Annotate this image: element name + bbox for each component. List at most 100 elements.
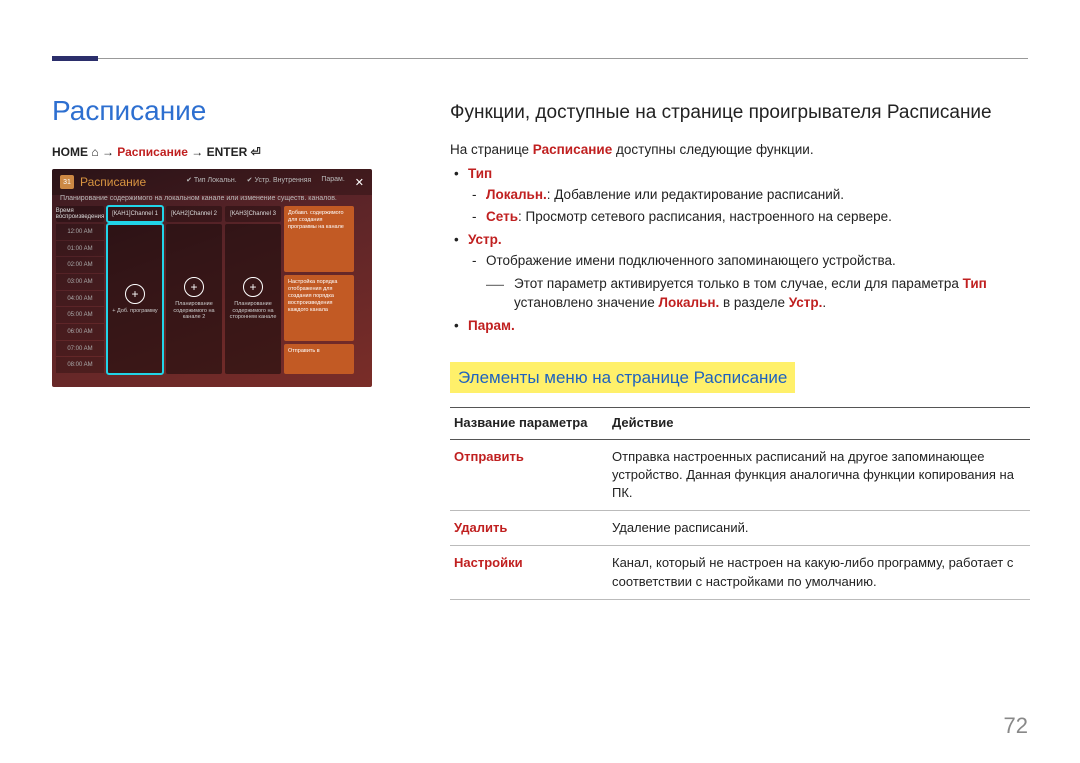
note-icon: ―: [486, 275, 504, 313]
channel-caption: Планирование содержимого на канале 2: [170, 301, 218, 321]
calendar-icon-text: 31: [63, 179, 71, 186]
screenshot-subtitle: Планирование содержимого на локальном ка…: [52, 195, 372, 206]
param-name: Настройки: [450, 546, 608, 599]
sub-net: Сеть: Просмотр сетевого расписания, наст…: [468, 208, 1030, 227]
section-heading-functions: Функции, доступные на странице проигрыва…: [450, 100, 1030, 127]
channel-column-1[interactable]: [КАН1]Channel 1 + + Доб. программу: [107, 206, 163, 374]
top-rule-accent: [52, 56, 98, 61]
param-desc: Отправка настроенных расписаний на друго…: [608, 439, 1030, 511]
time-cell: 03:00 AM: [56, 274, 104, 290]
plus-icon[interactable]: +: [184, 277, 204, 297]
device-label-text: ✔ Устр.: [247, 177, 271, 184]
channel-caption: Планирование содержимого на стороннем ка…: [229, 301, 277, 321]
params-table: Название параметра Действие Отправить От…: [450, 407, 1030, 599]
time-header: Время воспроизведения: [56, 206, 104, 222]
sub-list-type: Локальн.: Добавление или редактирование …: [468, 186, 1030, 227]
screenshot-title: Расписание: [80, 175, 146, 189]
side-box[interactable]: Добавл. содержимого для создания програм…: [284, 206, 354, 272]
col-name: Название параметра: [450, 408, 608, 439]
channel-column-3[interactable]: [КАН3]Channel 3 + Планирование содержимо…: [225, 206, 281, 374]
type-label-text: ✔ Тип: [186, 177, 205, 184]
intro-a: На странице: [450, 142, 533, 157]
breadcrumb: HOME ⌂ → Расписание → ENTER ⏎: [52, 145, 372, 159]
bullet-device: Устр. Отображение имени подключенного за…: [450, 231, 1030, 313]
bullet-options: Парам.: [450, 317, 1030, 336]
sub-local: Локальн.: Добавление или редактирование …: [468, 186, 1030, 205]
note-b: Тип: [963, 276, 987, 291]
enter-icon: ⏎: [251, 145, 261, 159]
bullet-list: Тип Локальн.: Добавление или редактирова…: [450, 165, 1030, 335]
note-e: в разделе: [719, 295, 789, 310]
param-name: Удалить: [450, 511, 608, 546]
note-text: Этот параметр активируется только в том …: [514, 275, 1030, 313]
calendar-icon: 31: [60, 175, 74, 189]
bullet-type: Тип Локальн.: Добавление или редактирова…: [450, 165, 1030, 227]
channel-body: + + Доб. программу: [107, 224, 163, 374]
channel-column-2[interactable]: [КАН2]Channel 2 + Планирование содержимо…: [166, 206, 222, 374]
left-column: Расписание HOME ⌂ → Расписание → ENTER ⏎…: [52, 95, 372, 387]
sub-list-device: Отображение имени подключенного запомина…: [468, 252, 1030, 271]
table-row: Удалить Удаление расписаний.: [450, 511, 1030, 546]
time-cell: 05:00 AM: [56, 307, 104, 323]
note-f: Устр.: [789, 295, 823, 310]
plus-icon[interactable]: +: [125, 284, 145, 304]
device-label[interactable]: ✔ Устр. Внутренняя: [247, 176, 312, 189]
screenshot-grid: Время воспроизведения 12:00 AM 01:00 AM …: [52, 206, 372, 374]
time-cell: 08:00 AM: [56, 357, 104, 373]
intro-c: доступны следующие функции.: [612, 142, 813, 157]
options-button[interactable]: Парам.: [321, 176, 344, 189]
time-cell: 07:00 AM: [56, 341, 104, 357]
local-name: Локальн.: [486, 187, 547, 202]
side-column: Добавл. содержимого для создания програм…: [284, 206, 354, 374]
col-action: Действие: [608, 408, 1030, 439]
breadcrumb-schedule: Расписание: [117, 145, 188, 159]
time-cell: 01:00 AM: [56, 241, 104, 257]
note-c: установлено значение: [514, 295, 658, 310]
note-a: Этот параметр активируется только в том …: [514, 276, 963, 291]
plus-icon[interactable]: +: [243, 277, 263, 297]
channel-header: [КАН2]Channel 2: [166, 206, 222, 222]
screenshot-header-right: ✔ Тип Локальн. ✔ Устр. Внутренняя Парам.…: [186, 176, 364, 189]
screenshot-mock: 31 Расписание ✔ Тип Локальн. ✔ Устр. Вну…: [52, 169, 372, 387]
table-row: Настройки Канал, который не настроен на …: [450, 546, 1030, 599]
intro-b: Расписание: [533, 142, 612, 157]
breadcrumb-home: HOME: [52, 145, 88, 159]
channel-header: [КАН1]Channel 1: [107, 206, 163, 222]
channel-body: + Планирование содержимого на канале 2: [166, 224, 222, 374]
time-cell: 02:00 AM: [56, 257, 104, 273]
type-value: Локальн.: [208, 177, 237, 184]
param-name: Отправить: [450, 439, 608, 511]
param-desc: Канал, который не настроен на какую-либо…: [608, 546, 1030, 599]
device-note: ― Этот параметр активируется только в то…: [486, 275, 1030, 313]
time-cell: 04:00 AM: [56, 291, 104, 307]
right-column: Функции, доступные на странице проигрыва…: [450, 100, 1030, 600]
bullet-device-label: Устр.: [468, 232, 502, 247]
side-box[interactable]: Настройка порядка отображения для создан…: [284, 275, 354, 341]
net-name: Сеть: [486, 209, 518, 224]
bullet-options-label: Парам.: [468, 318, 515, 333]
section-heading-menu: Элементы меню на странице Расписание: [450, 362, 795, 394]
note-d: Локальн.: [658, 295, 719, 310]
screenshot-header: 31 Расписание ✔ Тип Локальн. ✔ Устр. Вну…: [52, 169, 372, 195]
close-icon[interactable]: ✕: [355, 176, 364, 189]
page-title: Расписание: [52, 95, 372, 127]
page: Расписание HOME ⌂ → Расписание → ENTER ⏎…: [0, 0, 1080, 763]
channel-header: [КАН3]Channel 3: [225, 206, 281, 222]
param-desc: Удаление расписаний.: [608, 511, 1030, 546]
local-txt: : Добавление или редактирование расписан…: [547, 187, 844, 202]
table-row: Отправить Отправка настроенных расписани…: [450, 439, 1030, 511]
page-number: 72: [1004, 713, 1028, 739]
side-box-send[interactable]: Отправить в: [284, 344, 354, 374]
type-label[interactable]: ✔ Тип Локальн.: [186, 176, 237, 189]
intro-text: На странице Расписание доступны следующи…: [450, 141, 1030, 160]
home-icon: ⌂: [91, 145, 98, 159]
table-header-row: Название параметра Действие: [450, 408, 1030, 439]
time-cell: 06:00 AM: [56, 324, 104, 340]
channel-caption: + Доб. программу: [112, 308, 157, 315]
top-rule: [52, 58, 1028, 59]
channel-body: + Планирование содержимого на стороннем …: [225, 224, 281, 374]
net-txt: : Просмотр сетевого расписания, настроен…: [518, 209, 892, 224]
time-column: Время воспроизведения 12:00 AM 01:00 AM …: [56, 206, 104, 374]
arrow-icon: →: [102, 145, 117, 159]
bullet-type-label: Тип: [468, 166, 492, 181]
